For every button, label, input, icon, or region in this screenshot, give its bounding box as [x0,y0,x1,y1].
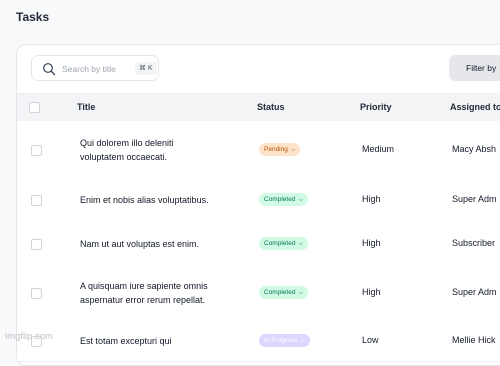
task-title[interactable]: Enim et nobis alias voluptatibus. [80,193,209,207]
assigned-cell: Macy Absh [452,143,497,154]
assigned-cell: Subscriber [452,237,496,248]
status-label: In Progress [264,337,298,344]
chevron-down-icon: ⌵ [300,338,305,344]
status-badge[interactable]: Completed ⌵ [259,286,308,299]
table-row[interactable]: Enim et nobis alias voluptatibus. Complet… [17,178,500,223]
row-checkbox[interactable] [31,144,42,156]
table-header: Title Status Priority Assigned to [17,93,500,122]
search-input[interactable]: Search by title [62,64,116,74]
task-title[interactable]: Qui dolorem illo deleniti voluptatem occa… [80,136,174,164]
search-box[interactable]: Search by title ⌘ K [31,55,159,81]
status-label: Completed [264,196,296,203]
chevron-down-icon: ⌵ [298,240,303,247]
task-title[interactable]: Nam ut aut voluptas est enim. [80,237,199,251]
search-icon [43,63,56,76]
header-assigned[interactable]: Assigned to [450,102,500,112]
task-title[interactable]: A quisquam iure sapiente omnis aspernatur… [80,279,208,307]
table-row[interactable]: Nam ut aut voluptas est enim. Completed ⌵ H… [17,222,500,266]
table-row[interactable]: Est totam excepturi qui In Progress ⌵ Low Me… [17,321,500,362]
priority-cell: High [362,194,381,204]
task-title-line1: Enim et nobis alias voluptatibus. [80,195,209,205]
status-label: Completed [264,289,296,296]
assigned-cell: Super Adm [452,194,497,204]
header-title[interactable]: Title [77,102,95,112]
priority-cell: Medium [362,143,395,154]
table-row[interactable]: A quisquam iure sapiente omnis aspernatur… [17,265,500,322]
assigned-cell: Mellie Hick [452,335,496,345]
header-priority[interactable]: Priority [360,102,392,112]
watermark: imgflip.com [5,331,54,342]
task-title-line2: aspernatur error rerum repellat. [80,295,206,305]
priority-cell: Low [362,335,379,345]
status-badge[interactable]: Completed ⌵ [259,193,308,206]
status-badge[interactable]: Completed ⌵ [259,236,308,250]
priority-cell: High [362,287,381,297]
task-title-line2: voluptatem occaecati. [80,151,168,162]
table-row[interactable]: Qui dolorem illo deleniti voluptatem occa… [17,121,500,179]
status-badge[interactable]: In Progress ⌵ [259,334,310,347]
page-title: Tasks [16,10,50,24]
select-all-checkbox[interactable] [29,102,40,113]
task-title-line1: A quisquam iure sapiente omnis [80,281,208,291]
task-title-line1: Qui dolorem illo deleniti [80,137,174,148]
shortcut-badge: ⌘ K [135,62,157,75]
row-checkbox[interactable] [31,238,42,250]
header-status[interactable]: Status [257,102,285,112]
priority-cell: High [362,237,381,248]
row-checkbox[interactable] [31,288,42,299]
chevron-down-icon: ⌵ [298,197,303,203]
status-label: Completed [264,239,296,247]
chevron-down-icon: ⌵ [298,290,303,296]
status-badge[interactable]: Pending ⌵ [259,142,301,156]
assigned-cell: Super Adm [452,287,497,297]
task-title-line1: Nam ut aut voluptas est enim. [80,238,200,249]
chevron-down-icon: ⌵ [290,146,296,153]
filter-button[interactable]: Filter by [449,55,500,81]
row-checkbox[interactable] [31,195,42,206]
status-label: Pending [264,145,288,153]
